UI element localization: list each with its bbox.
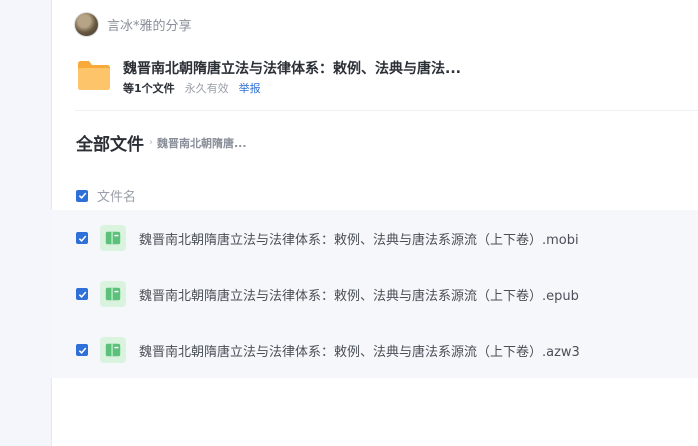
file-count: 等1个文件	[123, 82, 175, 95]
file-checkbox[interactable]	[76, 344, 88, 356]
column-header-filename[interactable]: 文件名	[97, 186, 136, 205]
file-checkbox[interactable]	[76, 232, 88, 244]
file-list: 魏晋南北朝隋唐立法与法律体系：敕例、法典与唐法系源流（上下卷）.mobi 魏晋南…	[51, 210, 698, 378]
ebook-file-icon	[100, 337, 126, 363]
file-row[interactable]: 魏晋南北朝隋唐立法与法律体系：敕例、法典与唐法系源流（上下卷）.mobi	[51, 210, 698, 266]
file-name[interactable]: 魏晋南北朝隋唐立法与法律体系：敕例、法典与唐法系源流（上下卷）.mobi	[139, 229, 579, 248]
sharer-name: 言冰*雅的分享	[107, 19, 192, 34]
share-title: 魏晋南北朝隋唐立法与法律体系：敕例、法典与唐法...	[123, 61, 461, 77]
report-link[interactable]: 举报	[239, 80, 261, 96]
left-sidebar	[0, 0, 52, 446]
divider	[75, 110, 698, 111]
file-name[interactable]: 魏晋南北朝隋唐立法与法律体系：敕例、法典与唐法系源流（上下卷）.azw3	[139, 341, 580, 360]
ebook-file-icon	[100, 281, 126, 307]
checkmark-icon	[78, 291, 86, 298]
file-row[interactable]: 魏晋南北朝隋唐立法与法律体系：敕例、法典与唐法系源流（上下卷）.epub	[51, 266, 698, 322]
validity-label: 永久有效	[184, 82, 229, 95]
checkmark-icon	[78, 192, 86, 199]
list-header: 文件名	[76, 186, 136, 205]
share-meta: 等1个文件 永久有效 举报	[123, 80, 261, 96]
select-all-checkbox[interactable]	[76, 189, 88, 202]
ebook-file-icon	[100, 225, 126, 251]
checkmark-icon	[78, 235, 86, 242]
breadcrumb-all-files[interactable]: 全部文件	[76, 130, 144, 155]
file-checkbox[interactable]	[76, 288, 88, 300]
breadcrumb-current-folder: 魏晋南北朝隋唐...	[157, 136, 247, 150]
file-name[interactable]: 魏晋南北朝隋唐立法与法律体系：敕例、法典与唐法系源流（上下卷）.epub	[139, 285, 579, 304]
file-row[interactable]: 魏晋南北朝隋唐立法与法律体系：敕例、法典与唐法系源流（上下卷）.azw3	[51, 322, 698, 378]
chevron-right-icon: ›	[149, 137, 153, 148]
avatar[interactable]	[74, 12, 99, 37]
sharer-info: 言冰*雅的分享	[74, 12, 192, 37]
folder-icon	[78, 61, 110, 90]
checkmark-icon	[78, 347, 86, 354]
breadcrumb: 全部文件 › 魏晋南北朝隋唐...	[76, 130, 247, 155]
